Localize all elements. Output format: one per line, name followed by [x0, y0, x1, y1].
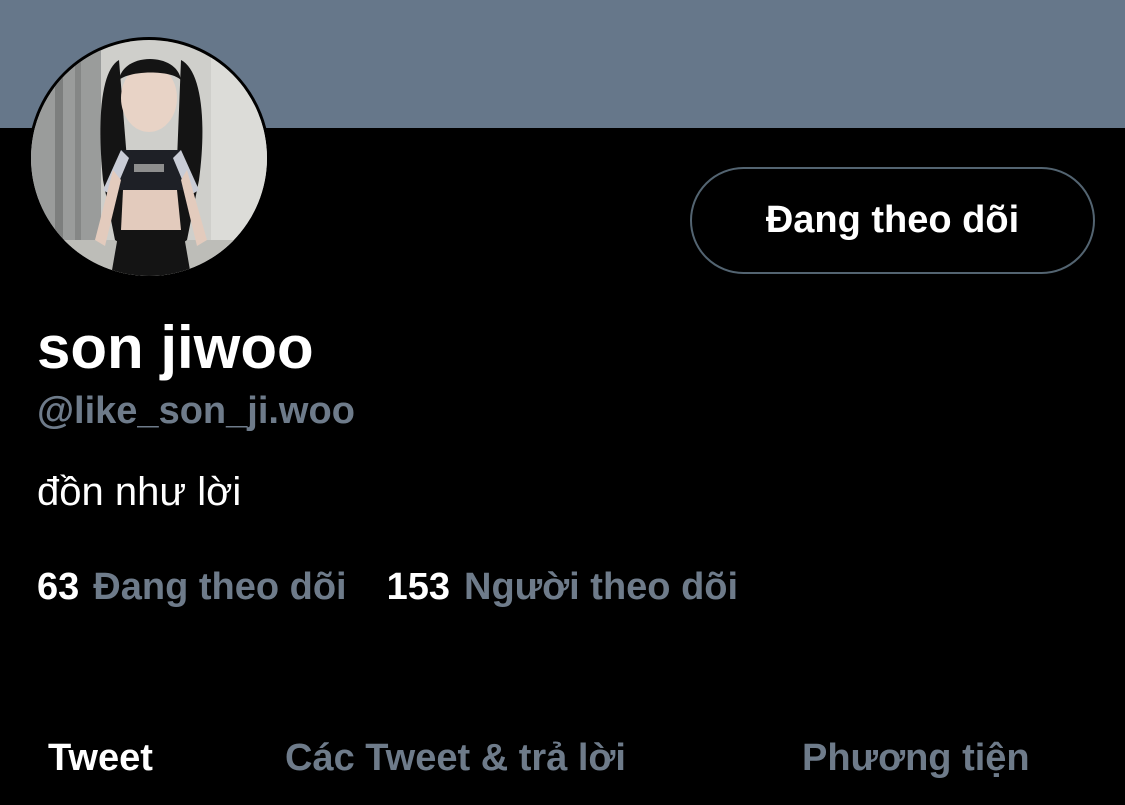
followers-stat-link[interactable]: 153 Người theo dõi — [387, 566, 738, 609]
tab-tweets[interactable]: Tweet — [48, 730, 153, 786]
tab-media[interactable]: Phương tiện — [802, 730, 1030, 786]
tab-tweets-and-replies[interactable]: Các Tweet & trả lời — [285, 730, 626, 786]
followers-label: Người theo dõi — [464, 566, 739, 608]
profile-page: Đang theo dõi son jiwoo @like_son_ji.woo… — [0, 0, 1125, 805]
profile-bio: đồn như lời — [37, 470, 242, 514]
avatar-photo — [31, 40, 267, 276]
profile-tabs: Tweet Các Tweet & trả lời Phương tiện — [0, 730, 1125, 790]
display-name: son jiwoo — [37, 314, 314, 381]
followers-count: 153 — [386, 566, 450, 608]
follow-stats: 63 Đang theo dõi 153 Người theo dõi — [37, 566, 738, 616]
following-count: 63 — [37, 566, 80, 608]
avatar[interactable] — [28, 37, 270, 279]
following-label: Đang theo dõi — [93, 566, 347, 608]
following-stat-link[interactable]: 63 Đang theo dõi — [37, 566, 347, 609]
user-handle: @like_son_ji.woo — [37, 390, 355, 432]
following-button[interactable]: Đang theo dõi — [690, 167, 1095, 274]
